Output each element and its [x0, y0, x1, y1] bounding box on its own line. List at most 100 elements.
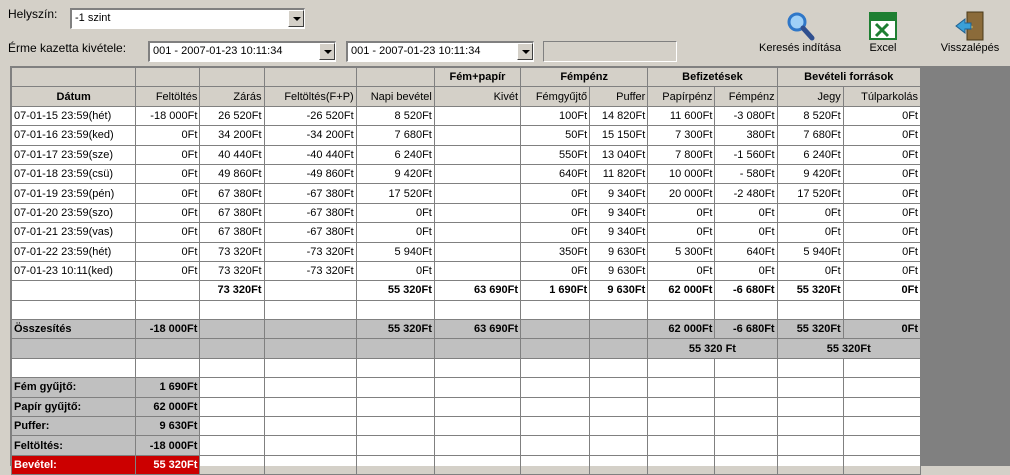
table-cell[interactable]: 07-01-21 23:59(vas) [10, 222, 137, 243]
table-cell[interactable]: 11 600Ft [647, 105, 716, 127]
table-cell[interactable]: 0Ft [776, 202, 844, 224]
table-cell[interactable]: 0Ft [842, 183, 922, 204]
table-cell[interactable]: 0Ft [520, 222, 591, 243]
table-cell[interactable]: 9 420Ft [776, 163, 844, 185]
table-cell[interactable]: 9 340Ft [589, 183, 649, 204]
table-cell[interactable]: 0Ft [714, 222, 778, 243]
table-cell[interactable]: 0Ft [135, 222, 201, 243]
table-cell[interactable]: 07-01-18 23:59(csü) [10, 163, 137, 185]
table-cell[interactable]: -73 320Ft [263, 241, 357, 262]
table-cell[interactable]: -67 380Ft [263, 222, 357, 243]
table-cell[interactable]: 0Ft [647, 260, 716, 282]
table-cell[interactable]: 73 320Ft [199, 260, 265, 282]
table-cell[interactable]: 550Ft [520, 144, 591, 165]
table-cell[interactable]: 07-01-23 10:11(ked) [10, 260, 137, 282]
table-cell[interactable]: - 580Ft [714, 163, 778, 185]
table-cell[interactable]: 07-01-22 23:59(hét) [10, 241, 137, 262]
table-cell[interactable]: 100Ft [520, 105, 591, 127]
table-cell[interactable]: -18 000Ft [135, 105, 201, 127]
table-cell[interactable]: 67 380Ft [199, 202, 265, 224]
table-cell[interactable]: 07-01-15 23:59(hét) [10, 105, 137, 127]
table-cell[interactable]: 0Ft [842, 260, 922, 282]
table-cell[interactable]: 9 630Ft [589, 260, 649, 282]
table-cell[interactable]: 0Ft [647, 202, 716, 224]
table-cell[interactable]: 20 000Ft [647, 183, 716, 204]
table-cell[interactable]: 0Ft [842, 202, 922, 224]
table-cell[interactable]: 7 800Ft [647, 144, 716, 165]
table-cell[interactable]: 7 300Ft [647, 125, 716, 146]
table-cell[interactable]: 26 520Ft [199, 105, 265, 127]
table-cell[interactable]: 17 520Ft [355, 183, 435, 204]
table-cell[interactable]: 11 820Ft [589, 163, 649, 185]
table-cell[interactable]: 0Ft [135, 144, 201, 165]
column-header[interactable]: Túlparkolás [842, 86, 922, 107]
column-header[interactable]: Napi bevétel [355, 86, 435, 107]
chevron-down-icon[interactable] [517, 43, 533, 60]
table-cell[interactable]: 9 630Ft [589, 241, 649, 262]
table-cell[interactable]: 07-01-16 23:59(ked) [10, 125, 137, 146]
table-cell[interactable]: 5 940Ft [355, 241, 435, 262]
table-cell[interactable]: 34 200Ft [199, 125, 265, 146]
table-cell[interactable]: 6 240Ft [355, 144, 435, 165]
table-cell[interactable] [433, 125, 522, 146]
table-cell[interactable]: 0Ft [714, 202, 778, 224]
table-cell[interactable]: 0Ft [355, 222, 435, 243]
table-cell[interactable]: 10 000Ft [647, 163, 716, 185]
table-cell[interactable]: 9 420Ft [355, 163, 435, 185]
table-cell[interactable] [433, 260, 522, 282]
table-cell[interactable]: 15 150Ft [589, 125, 649, 146]
table-cell[interactable] [433, 202, 522, 224]
table-cell[interactable]: 0Ft [842, 144, 922, 165]
table-cell[interactable]: 49 860Ft [199, 163, 265, 185]
chevron-down-icon[interactable] [319, 43, 335, 60]
table-cell[interactable] [433, 222, 522, 243]
table-cell[interactable]: 0Ft [135, 260, 201, 282]
column-header[interactable]: Feltöltés [135, 86, 201, 107]
search-button[interactable]: Keresés indítása [755, 10, 845, 54]
table-cell[interactable]: -3 080Ft [714, 105, 778, 127]
column-header[interactable]: Fémpénz [714, 86, 778, 107]
column-header[interactable]: Fémgyűjtő [520, 86, 591, 107]
column-header[interactable]: Papírpénz [647, 86, 716, 107]
table-cell[interactable]: 0Ft [842, 241, 922, 262]
table-cell[interactable]: -26 520Ft [263, 105, 357, 127]
table-cell[interactable] [433, 105, 522, 127]
table-cell[interactable]: 0Ft [842, 125, 922, 146]
table-cell[interactable]: -1 560Ft [714, 144, 778, 165]
table-cell[interactable]: 0Ft [842, 163, 922, 185]
table-cell[interactable]: 07-01-19 23:59(pén) [10, 183, 137, 204]
table-cell[interactable]: 0Ft [355, 202, 435, 224]
column-header[interactable]: Zárás [199, 86, 265, 107]
table-cell[interactable]: 9 340Ft [589, 222, 649, 243]
table-cell[interactable]: 17 520Ft [776, 183, 844, 204]
table-cell[interactable]: 67 380Ft [199, 222, 265, 243]
chevron-down-icon[interactable] [288, 10, 304, 27]
table-cell[interactable]: 73 320Ft [199, 241, 265, 262]
excel-button[interactable]: Excel [858, 10, 908, 54]
table-cell[interactable]: 0Ft [135, 202, 201, 224]
column-header[interactable]: Kivét [433, 86, 522, 107]
table-cell[interactable]: 0Ft [520, 202, 591, 224]
table-cell[interactable]: 40 440Ft [199, 144, 265, 165]
table-cell[interactable]: 0Ft [135, 183, 201, 204]
table-cell[interactable]: 8 520Ft [776, 105, 844, 127]
table-cell[interactable]: 7 680Ft [776, 125, 844, 146]
table-cell[interactable]: 13 040Ft [589, 144, 649, 165]
table-cell[interactable]: 350Ft [520, 241, 591, 262]
table-cell[interactable]: -40 440Ft [263, 144, 357, 165]
table-cell[interactable]: 5 940Ft [776, 241, 844, 262]
table-cell[interactable]: 640Ft [520, 163, 591, 185]
table-cell[interactable]: 6 240Ft [776, 144, 844, 165]
table-cell[interactable]: 0Ft [714, 260, 778, 282]
column-header[interactable]: Jegy [776, 86, 844, 107]
table-cell[interactable]: 14 820Ft [589, 105, 649, 127]
table-cell[interactable]: 0Ft [355, 260, 435, 282]
table-cell[interactable]: -2 480Ft [714, 183, 778, 204]
table-cell[interactable]: 640Ft [714, 241, 778, 262]
table-cell[interactable]: 67 380Ft [199, 183, 265, 204]
table-cell[interactable]: 0Ft [520, 183, 591, 204]
table-cell[interactable]: 5 300Ft [647, 241, 716, 262]
column-header[interactable]: Puffer [589, 86, 649, 107]
table-cell[interactable]: 0Ft [842, 222, 922, 243]
table-cell[interactable]: -34 200Ft [263, 125, 357, 146]
